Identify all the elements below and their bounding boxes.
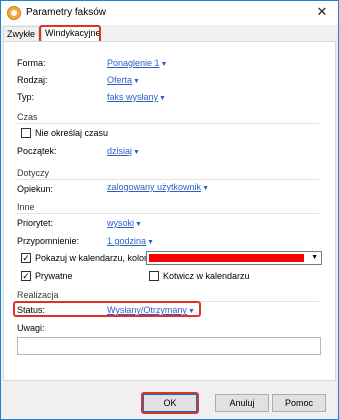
typ-link[interactable]: faks wysłany▼: [107, 92, 166, 102]
private-label: Prywatne: [35, 271, 73, 281]
chevron-down-icon: ▼: [147, 239, 154, 246]
settings-panel: [3, 41, 336, 381]
chevron-down-icon: ▼: [133, 149, 140, 156]
chevron-down-icon: ▼: [159, 95, 166, 102]
priority-link[interactable]: wysoki▼: [107, 218, 142, 228]
show-calendar-label: Pokazuj w kalendarzu, kolor:: [35, 253, 150, 263]
divider: [17, 179, 319, 180]
priority-label: Priorytet:: [17, 218, 54, 228]
rodzaj-link[interactable]: Oferta▼: [107, 75, 140, 85]
notes-field[interactable]: [17, 337, 321, 355]
color-swatch: [149, 254, 304, 262]
chevron-down-icon: ▼: [187, 308, 195, 315]
no-time-label: Nie określaj czasu: [35, 128, 109, 138]
anchor-label: Kotwicz w kalendarzu: [163, 271, 250, 281]
keeper-link[interactable]: zalogowany użytkownik▼: [107, 182, 209, 192]
status-link[interactable]: Wysłany/Otrzymany▼: [107, 305, 195, 315]
help-button[interactable]: Pomoc: [272, 394, 326, 412]
status-label: Status:: [17, 305, 46, 315]
reminder-link[interactable]: 1 godzina▼: [107, 236, 154, 246]
reminder-label: Przypomnienie:: [17, 236, 80, 246]
cancel-button[interactable]: Anuluj: [215, 394, 269, 412]
close-icon[interactable]: ✕: [314, 4, 330, 20]
highlight-ok: [141, 392, 199, 414]
dialog-window: Parametry faksów ✕ Zwykłe Windykacyjne F…: [0, 0, 339, 420]
forma-link[interactable]: Ponaglenie 1▼: [107, 58, 167, 68]
section-dotyczy: Dotyczy: [17, 168, 50, 178]
section-czas: Czas: [17, 112, 38, 122]
keeper-label: Opiekun:: [17, 184, 54, 194]
section-realizacja: Realizacja: [17, 290, 59, 300]
title-bar: Parametry faksów ✕: [1, 1, 338, 25]
divider: [17, 213, 319, 214]
anchor-checkbox[interactable]: [149, 271, 159, 281]
no-time-checkbox[interactable]: [21, 128, 31, 138]
color-select[interactable]: ▼: [146, 251, 322, 265]
chevron-down-icon: ▼: [202, 185, 209, 192]
window-title: Parametry faksów: [26, 7, 107, 18]
start-label: Początek:: [17, 146, 57, 156]
start-link[interactable]: dzisiaj▼: [107, 146, 140, 156]
private-checkbox[interactable]: ✓: [21, 271, 31, 281]
chevron-down-icon: ▼: [133, 78, 140, 85]
notes-label: Uwagi:: [17, 323, 45, 333]
divider: [17, 123, 319, 124]
chevron-down-icon: ▼: [135, 221, 142, 228]
section-inne: Inne: [17, 202, 35, 212]
show-calendar-checkbox[interactable]: ✓: [21, 253, 31, 263]
tab-zwykle[interactable]: Zwykłe: [3, 26, 39, 42]
typ-label: Typ:: [17, 92, 35, 102]
chevron-down-icon: ▼: [311, 254, 318, 261]
forma-label: Forma:: [17, 58, 46, 68]
chevron-down-icon: ▼: [160, 61, 168, 68]
app-icon: [7, 6, 21, 20]
rodzaj-label: Rodzaj:: [17, 75, 48, 85]
